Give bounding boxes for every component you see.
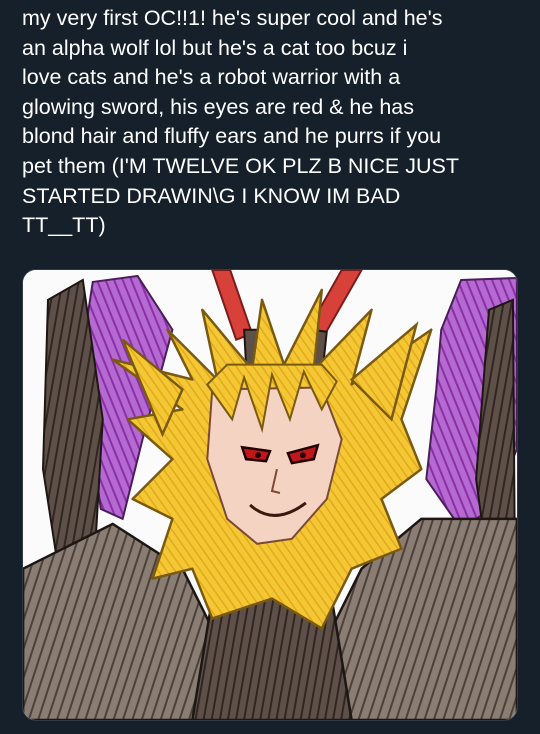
post-image[interactable] <box>22 269 518 721</box>
post-text: my very first OC!!1! he's super cool and… <box>22 6 459 238</box>
oc-drawing <box>23 270 517 720</box>
post-container: my very first OC!!1! he's super cool and… <box>0 0 540 734</box>
